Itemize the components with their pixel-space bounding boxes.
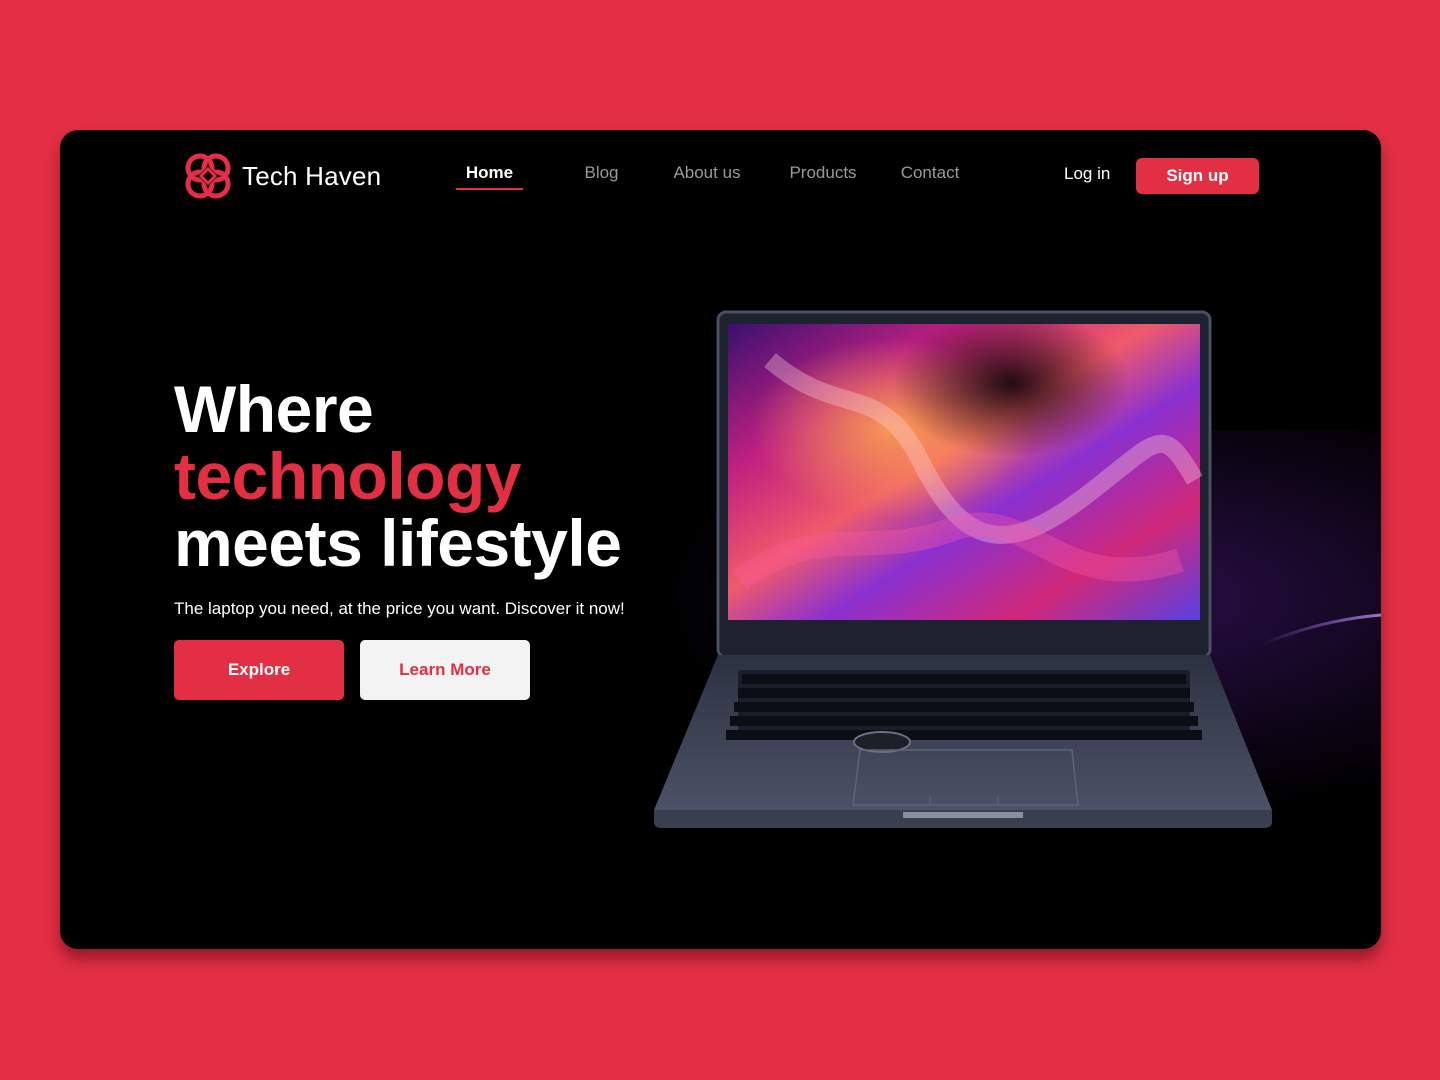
hero-title: Where technology meets lifestyle [174, 372, 622, 580]
explore-button[interactable]: Explore [174, 640, 344, 700]
nav-item-about-us[interactable]: About us [661, 160, 753, 190]
hero-title-accent: technology [174, 439, 522, 513]
hero-title-line-1: Where [174, 372, 374, 446]
hero-title-line-3: meets lifestyle [174, 506, 622, 580]
main-nav: Home Blog About us Products Contact [456, 160, 970, 190]
nav-item-blog[interactable]: Blog [568, 160, 635, 190]
laptop-image [654, 310, 1381, 828]
nav-item-products[interactable]: Products [778, 160, 868, 190]
nav-item-contact[interactable]: Contact [890, 160, 970, 190]
login-link[interactable]: Log in [1064, 164, 1110, 184]
brand-name: Tech Haven [242, 160, 382, 191]
learn-more-button[interactable]: Learn More [360, 640, 530, 700]
flower-logo-icon [185, 153, 231, 199]
nav-item-home[interactable]: Home [456, 160, 523, 190]
hero-subtitle: The laptop you need, at the price you wa… [174, 599, 625, 618]
brand-logo[interactable]: Tech Haven [180, 148, 381, 204]
signup-button[interactable]: Sign up [1136, 158, 1259, 194]
landing-page-frame: Tech Haven Home Blog About us Products C… [60, 130, 1381, 949]
